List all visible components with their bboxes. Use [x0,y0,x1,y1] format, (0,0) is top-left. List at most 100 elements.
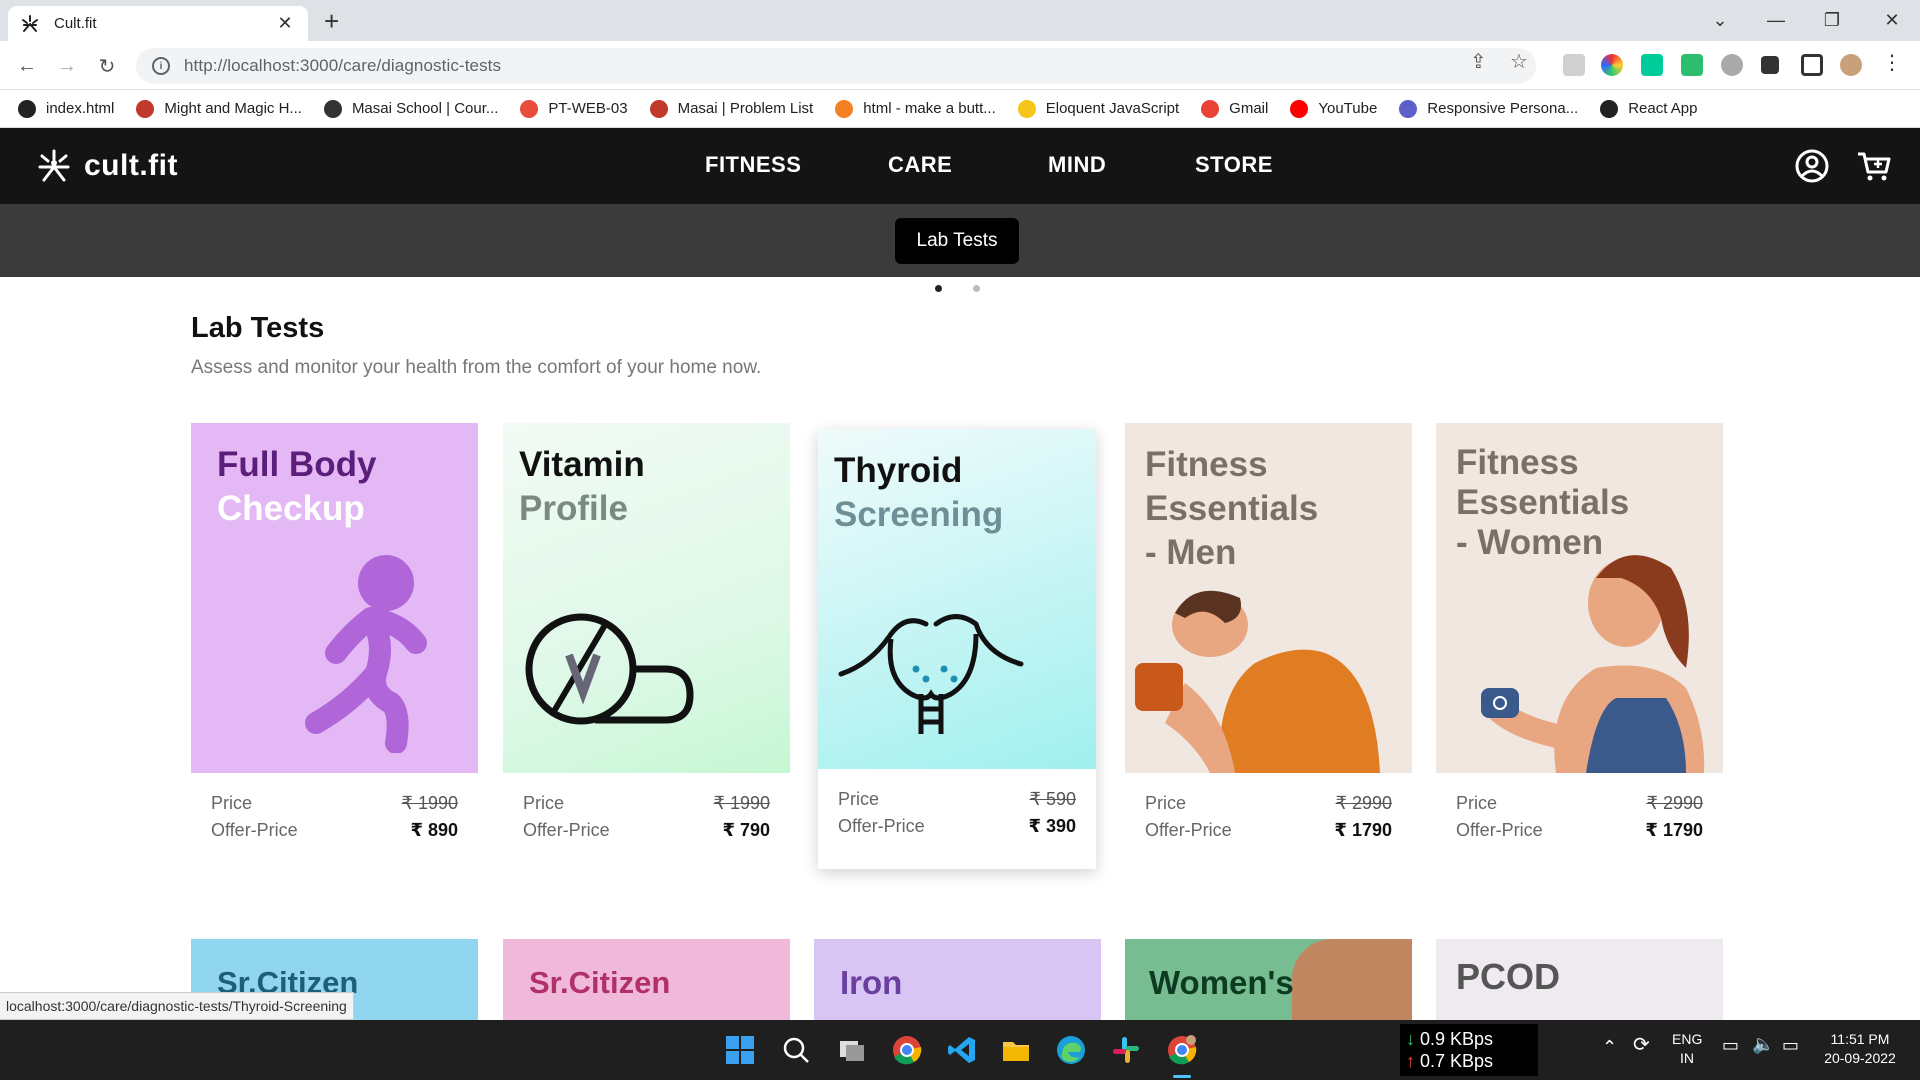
man-lifting-dumbbell-icon [1135,590,1380,773]
tray-chevron-icon[interactable]: ⌃ [1602,1038,1617,1057]
vscode-icon[interactable] [947,1035,977,1065]
original-price: ₹ 2990 [1335,793,1393,813]
network-icon[interactable]: ▭ [1722,1036,1739,1055]
slack-icon[interactable] [1111,1035,1141,1065]
restore-button[interactable]: ❐ [1804,0,1860,41]
test-card-full-body[interactable]: Full Body Checkup Price ₹ 1990 Offer-Pri… [191,423,478,841]
extension-icon[interactable] [1641,54,1663,76]
bookmark-item[interactable]: Might and Magic H... [136,99,302,118]
url-text: http://localhost:3000/care/diagnostic-te… [184,56,502,75]
site-header: cult.fit FITNESS CARE MIND STORE [0,128,1920,204]
test-card-pcod[interactable]: PCOD [1436,939,1723,1029]
bookmark-item[interactable]: Gmail [1201,99,1269,118]
card-title-line2: Checkup [217,489,365,528]
test-card-iron[interactable]: Iron [814,939,1101,1029]
file-explorer-icon[interactable] [1001,1035,1031,1065]
cart-icon[interactable] [1856,148,1892,184]
chrome-icon[interactable] [892,1035,922,1065]
section-title: Lab Tests [191,312,325,344]
bookmark-label: index.html [46,100,115,117]
offer-price-row: Offer-Price ₹ 1790 [1436,820,1723,841]
side-panel-icon[interactable] [1801,54,1823,76]
bookmark-label: PT-WEB-03 [548,100,628,117]
language-indicator[interactable]: ENG IN [1672,1030,1702,1068]
running-figure-icon [305,555,427,753]
offer-price-row: Offer-Price ₹ 790 [503,820,790,841]
test-card-sr-citizen-advance[interactable]: Sr.Citizen [503,939,790,1029]
vitamin-pill-icon [525,613,694,725]
browser-tab[interactable]: Cult.fit ✕ [8,6,308,41]
account-icon[interactable] [1794,148,1830,184]
bug-extension-icon[interactable] [1721,54,1743,76]
bookmark-item[interactable]: Masai School | Cour... [323,99,498,118]
menu-icon[interactable]: ⋮ [1882,50,1902,74]
tab-close-icon[interactable]: ✕ [274,13,296,34]
test-card-womens[interactable]: Women's [1125,939,1412,1029]
search-icon[interactable] [781,1035,811,1065]
extension-icon[interactable] [1563,54,1585,76]
bookmark-item[interactable]: React App [1600,99,1697,118]
bookmark-item[interactable]: YouTube [1290,99,1377,118]
subnav-lab-tests[interactable]: Lab Tests [895,218,1019,264]
puzzle-icon[interactable] [1761,56,1779,74]
card-image: Fitness Essentials - Men [1125,423,1412,773]
close-window-button[interactable]: ✕ [1864,0,1920,41]
bookmark-item[interactable]: PT-WEB-03 [520,99,628,118]
bookmark-item[interactable]: index.html [18,99,115,118]
nav-mind[interactable]: MIND [1048,152,1106,178]
price-label: Price [1456,793,1498,813]
card-image: Thyroid Screening [818,429,1096,769]
new-tab-button[interactable]: + [324,6,339,36]
color-picker-extension-icon[interactable] [1601,54,1623,76]
price-row: Price ₹ 2990 [1436,793,1723,814]
price-row: Price ₹ 2990 [1125,793,1412,814]
edge-icon[interactable] [1056,1035,1086,1065]
reload-button[interactable]: ↻ [92,51,122,81]
bookmark-item[interactable]: Responsive Persona... [1399,99,1578,118]
clock[interactable]: 11:51 PM 20-09-2022 [1814,1030,1906,1068]
offer-price: ₹ 390 [1028,816,1076,836]
cultfit-favicon-icon [22,14,38,32]
windows-start-icon[interactable] [725,1035,755,1065]
test-card-fitness-men[interactable]: Fitness Essentials - Men Price ₹ 2990 Of… [1125,423,1412,841]
bookmark-star-icon[interactable]: ☆ [1510,49,1528,74]
task-view-icon[interactable] [837,1035,867,1065]
minimize-button[interactable]: — [1748,0,1804,41]
test-card-fitness-women[interactable]: Fitness Essentials - Women Price ₹ 2990 … [1436,423,1723,841]
battery-icon[interactable]: ▭ [1782,1036,1799,1055]
profile-avatar[interactable] [1840,54,1862,76]
bookmark-item[interactable]: Eloquent JavaScript [1017,99,1180,118]
test-card-vitamin[interactable]: Vitamin Profile Price ₹ 1990 Offer-Price… [503,423,790,841]
bookmark-favicon-icon [1600,99,1619,118]
card-title-line2: Screening [834,495,1004,534]
nav-store[interactable]: STORE [1195,152,1273,178]
bookmark-label: Gmail [1229,100,1269,117]
carousel-dot[interactable] [973,285,980,292]
cultfit-logo[interactable]: cult.fit [36,148,178,184]
offer-price-label: Offer-Price [838,816,925,836]
volume-icon[interactable]: 🔈 [1752,1035,1774,1054]
bookmark-favicon-icon [1290,99,1309,118]
grammarly-extension-icon[interactable] [1681,54,1703,76]
windows-taskbar: ↓ 0.9 KBps ↑ 0.7 KBps ⌃ ⟳ ENG IN ▭ 🔈 ▭ 1… [0,1020,1920,1080]
bookmark-item[interactable]: Masai | Problem List [649,99,813,118]
bookmark-item[interactable]: html - make a butt... [835,99,996,118]
bookmark-label: Eloquent JavaScript [1045,100,1180,117]
carousel-dot-active[interactable] [935,285,942,292]
back-button[interactable]: ← [12,51,42,81]
test-card-thyroid[interactable]: Thyroid Screening Price ₹ 590 Offer-Pric… [818,429,1096,869]
price-label: Price [211,793,253,813]
tab-search-icon[interactable]: ⌄ [1692,0,1748,41]
sync-icon[interactable]: ⟳ [1633,1035,1650,1055]
nav-care[interactable]: CARE [888,152,952,178]
card-image: Full Body Checkup [191,423,478,773]
price-label: Price [1145,793,1187,813]
address-bar[interactable]: i http://localhost:3000/care/diagnostic-… [136,48,1536,84]
card-title-line2: Profile [519,489,628,528]
nav-fitness[interactable]: FITNESS [705,152,801,178]
cultfit-logo-icon [38,149,70,182]
chrome-active-icon[interactable] [1167,1035,1197,1065]
forward-button[interactable]: → [52,51,82,81]
site-info-icon[interactable]: i [152,57,170,75]
share-icon[interactable]: ⇪ [1470,49,1487,74]
